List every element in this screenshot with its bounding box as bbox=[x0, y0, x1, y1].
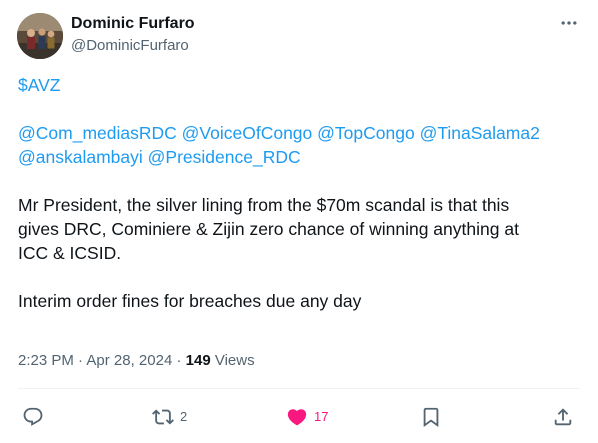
divider bbox=[18, 388, 580, 389]
paragraph-1-line: Mr President, the silver lining from the… bbox=[18, 195, 510, 215]
retweet-count: 2 bbox=[180, 409, 188, 424]
reply-button[interactable] bbox=[22, 404, 44, 430]
author-handle[interactable]: @DominicFurfaro bbox=[71, 36, 189, 56]
tweet-text: $AVZ @Com_mediasRDC @VoiceOfCongo @TopCo… bbox=[18, 73, 584, 313]
more-horizontal-icon bbox=[561, 21, 577, 25]
mention-link[interactable]: @Presidence_RDC bbox=[148, 147, 301, 167]
mention-link[interactable]: @VoiceOfCongo bbox=[182, 123, 313, 143]
like-button[interactable]: 17 bbox=[286, 404, 328, 430]
avatar[interactable] bbox=[17, 13, 63, 59]
cashtag-link[interactable]: $AVZ bbox=[18, 75, 60, 95]
heart-icon bbox=[287, 409, 307, 426]
tweet-date[interactable]: Apr 28, 2024 bbox=[86, 352, 172, 369]
share-icon bbox=[554, 408, 572, 426]
tweet-metadata: 2:23 PM · Apr 28, 2024 · 149 Views bbox=[18, 351, 255, 371]
like-count: 17 bbox=[314, 409, 329, 424]
mention-link[interactable]: @anskalambayi bbox=[18, 147, 143, 167]
mentions-line-2: @anskalambayi @Presidence_RDC bbox=[18, 145, 584, 169]
mention-link[interactable]: @TopCongo bbox=[317, 123, 415, 143]
author-display-name[interactable]: Dominic Furfaro bbox=[71, 14, 195, 34]
retweet-button[interactable]: 2 bbox=[152, 404, 187, 430]
paragraph-1-line: gives DRC, Cominiere & Zijin zero chance… bbox=[18, 219, 519, 239]
views-label: Views bbox=[214, 352, 255, 369]
retweet-icon bbox=[152, 409, 174, 425]
meta-separator: · bbox=[176, 352, 182, 369]
tweet-card: Dominic Furfaro @DominicFurfaro $AVZ @Co… bbox=[0, 0, 598, 443]
views-count[interactable]: 149 bbox=[186, 352, 211, 369]
paragraph-2: Interim order fines for breaches due any… bbox=[18, 291, 362, 311]
bookmark-button[interactable] bbox=[420, 404, 442, 430]
reply-icon bbox=[23, 407, 43, 426]
avatar-photo bbox=[17, 13, 63, 59]
more-options-button[interactable] bbox=[556, 12, 582, 34]
mention-link[interactable]: @Com_mediasRDC bbox=[18, 123, 177, 143]
mentions-line-1: @Com_mediasRDC @VoiceOfCongo @TopCongo @… bbox=[18, 121, 584, 145]
mention-link[interactable]: @TinaSalama2 bbox=[420, 123, 540, 143]
share-button[interactable] bbox=[552, 404, 574, 430]
bookmark-icon bbox=[423, 407, 439, 428]
meta-separator: · bbox=[78, 352, 84, 369]
paragraph-1-line: ICC & ICSID. bbox=[18, 243, 122, 263]
tweet-time[interactable]: 2:23 PM bbox=[18, 352, 74, 369]
